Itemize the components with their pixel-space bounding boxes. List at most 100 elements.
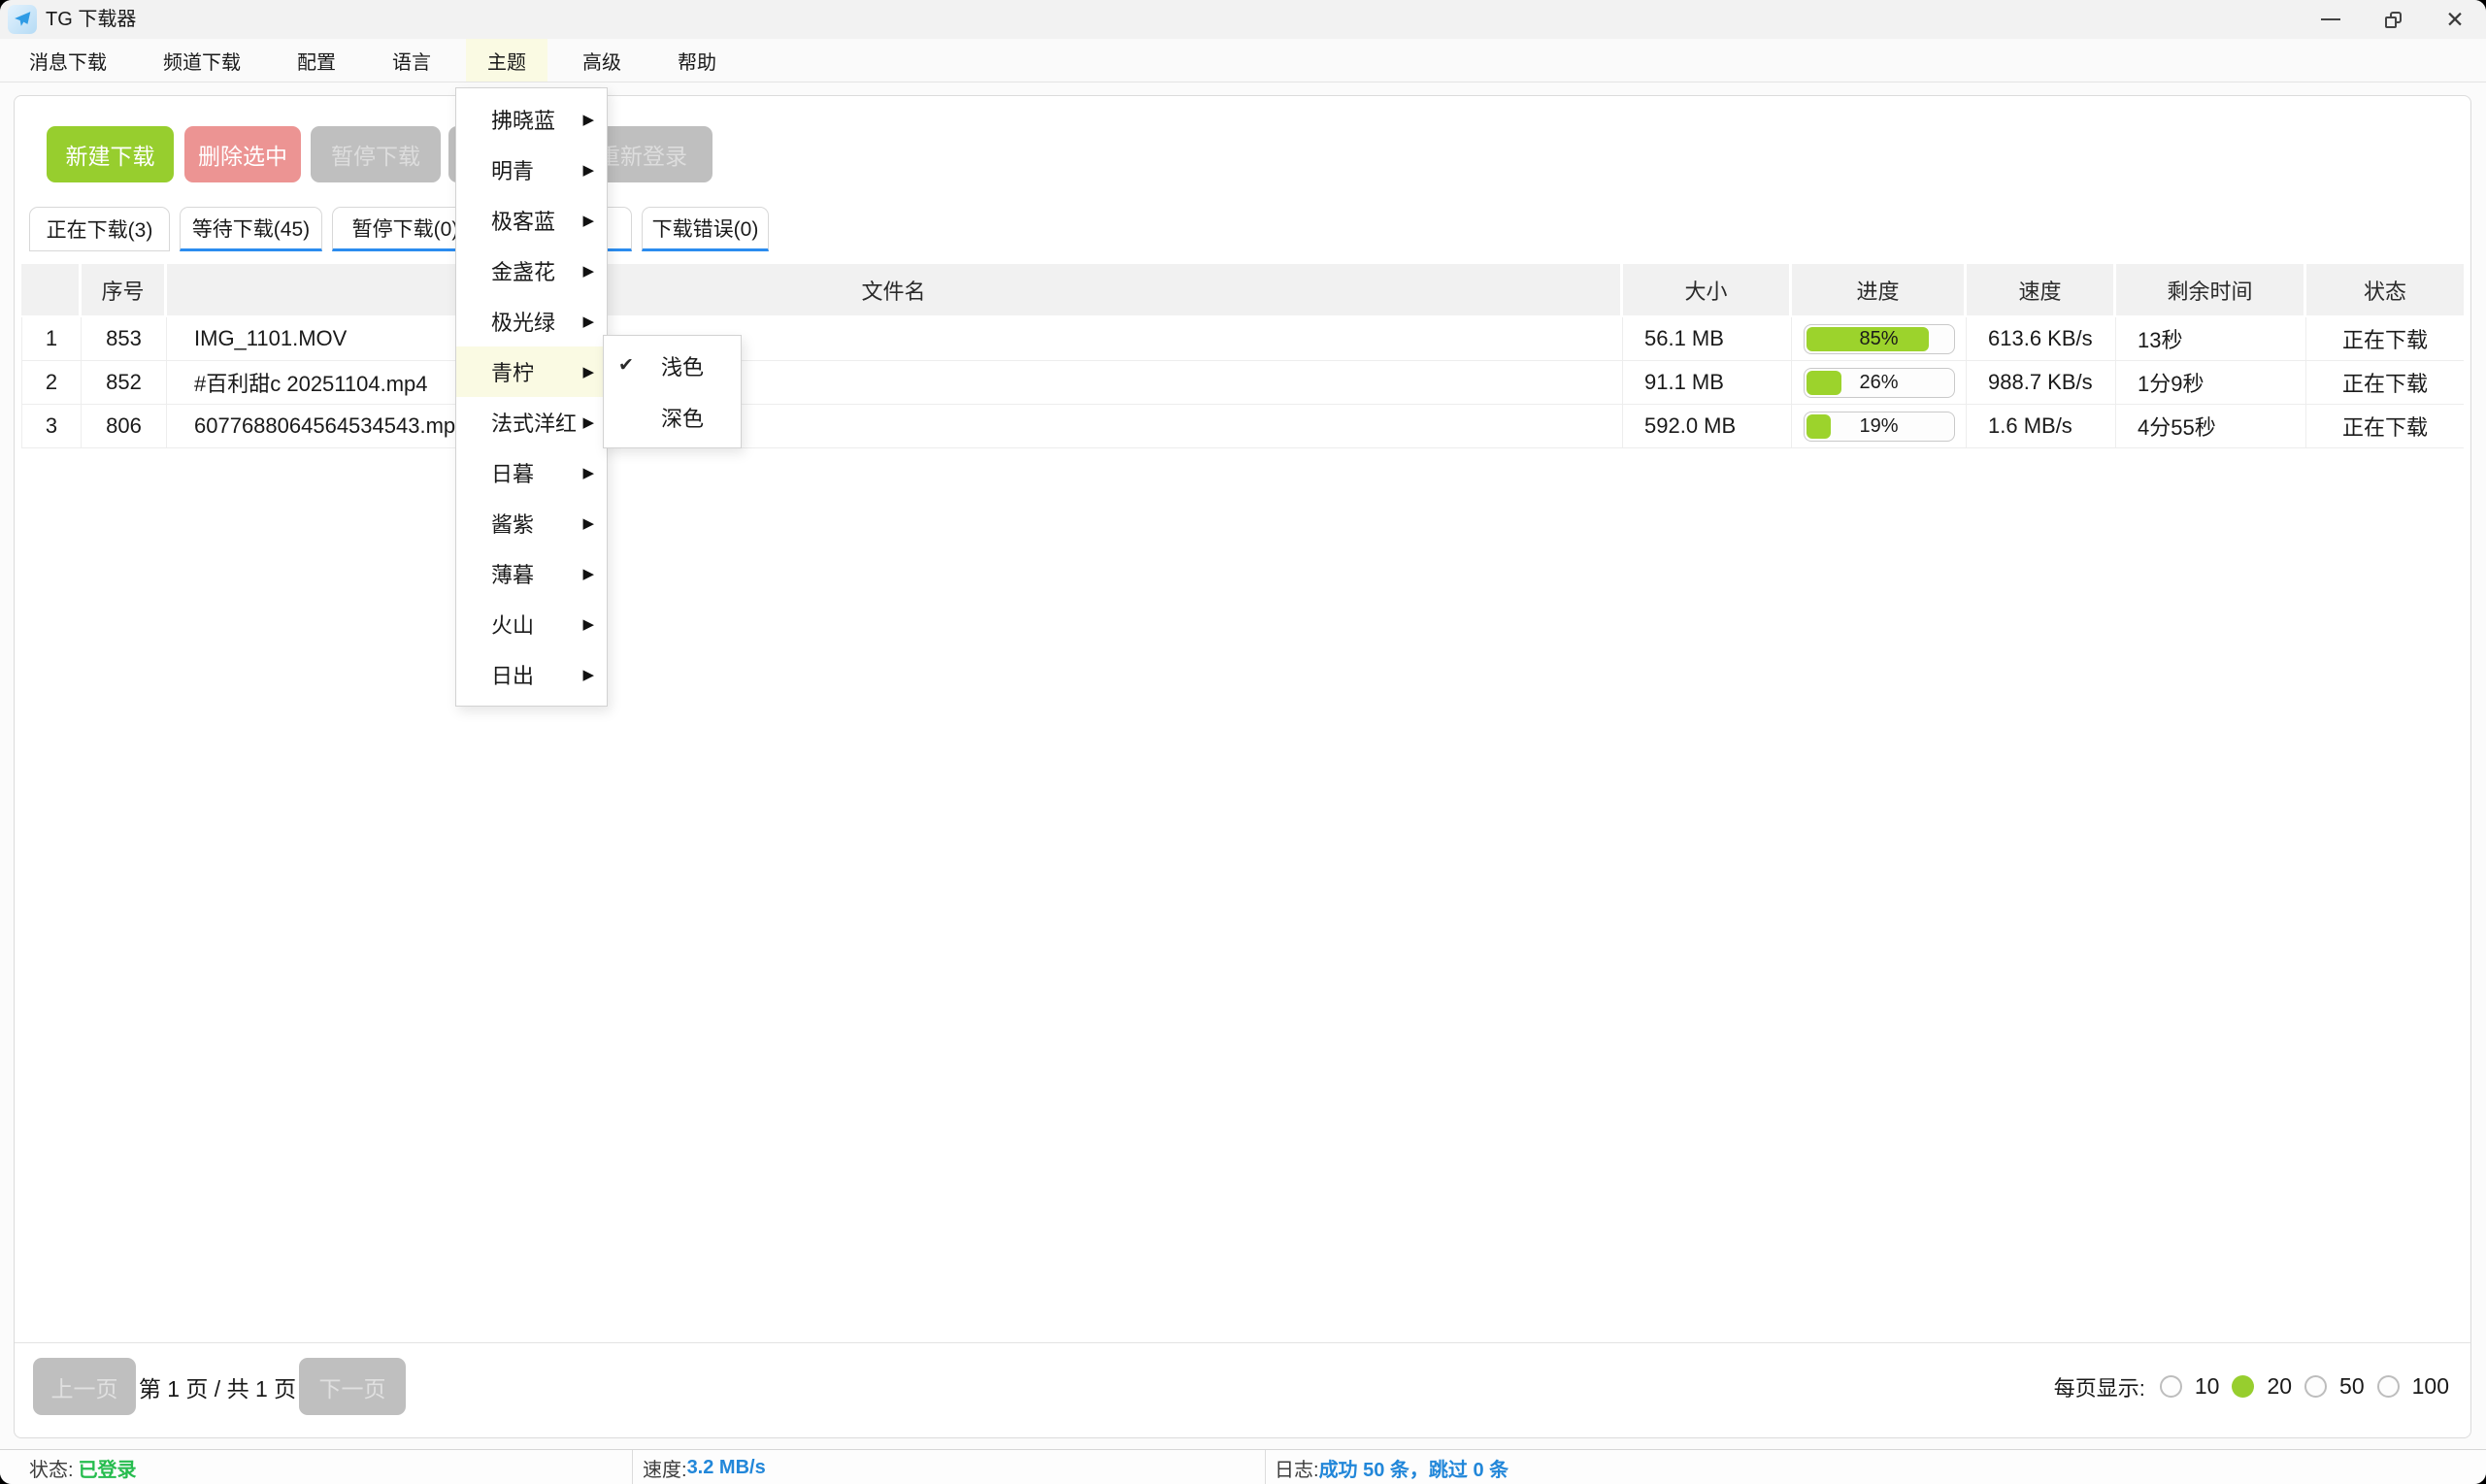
progress-label: 19% bbox=[1805, 412, 1954, 441]
tab-downloading[interactable]: 正在下载(3) bbox=[29, 207, 170, 251]
delete-selected-button[interactable]: 删除选中 bbox=[184, 126, 301, 182]
theme-color-submenu: ✔ 浅色 深色 bbox=[603, 335, 742, 448]
table-row[interactable]: 3 806 6077688064564534543.mp4 592.0 MB 1… bbox=[21, 405, 2464, 448]
theme-menu-item-cyan[interactable]: 明青▶ bbox=[456, 145, 607, 195]
log-section: 日志: 成功 50 条，跳过 0 条 bbox=[1275, 1450, 1508, 1484]
page-size-option-label[interactable]: 10 bbox=[2195, 1373, 2220, 1400]
page-size-radio-20[interactable] bbox=[2232, 1375, 2254, 1398]
theme-menu-item-daybreak-blue[interactable]: 拂晓蓝▶ bbox=[456, 94, 607, 145]
cell-status: 正在下载 bbox=[2306, 405, 2464, 447]
cell-size: 592.0 MB bbox=[1623, 405, 1792, 447]
header-speed: 速度 bbox=[1967, 264, 2116, 315]
theme-menu-item-purple[interactable]: 酱紫▶ bbox=[456, 498, 607, 548]
cell-size: 56.1 MB bbox=[1623, 317, 1792, 360]
page-size-radio-100[interactable] bbox=[2377, 1375, 2400, 1398]
paper-plane-icon bbox=[13, 10, 32, 29]
next-page-button[interactable]: 下一页 bbox=[299, 1358, 406, 1415]
cell-seq: 852 bbox=[82, 361, 167, 404]
theme-menu-item-polar-green[interactable]: 极光绿▶ bbox=[456, 296, 607, 346]
download-table: 1 853 IMG_1101.MOV 56.1 MB 85% 613.6 KB/… bbox=[21, 317, 2464, 448]
cell-remaining: 4分55秒 bbox=[2116, 405, 2306, 447]
submenu-arrow-icon: ▶ bbox=[582, 111, 594, 128]
cell-status: 正在下载 bbox=[2306, 317, 2464, 360]
page-size-option-label[interactable]: 20 bbox=[2267, 1373, 2292, 1400]
page-size-control: 每页显示: 10 20 50 100 bbox=[2054, 1358, 2449, 1415]
page-size-label: 每页显示: bbox=[2054, 1371, 2145, 1402]
prev-page-button[interactable]: 上一页 bbox=[33, 1358, 136, 1415]
main-panel: 新建下载 删除选中 暂停下载 重新登录 正在下载(3) 等待下载(45) 暂停下… bbox=[14, 95, 2471, 1438]
menubar-item-theme[interactable]: 主题 bbox=[466, 39, 547, 82]
theme-menu-item-sunrise[interactable]: 日出▶ bbox=[456, 649, 607, 700]
window-title: TG 下载器 bbox=[46, 0, 136, 39]
menubar-item-config[interactable]: 配置 bbox=[276, 39, 357, 82]
theme-menu-item-volcano[interactable]: 火山▶ bbox=[456, 599, 607, 649]
cell-size: 91.1 MB bbox=[1623, 361, 1792, 404]
log-value: 成功 50 条，跳过 0 条 bbox=[1319, 1454, 1509, 1482]
titlebar: TG 下载器 ✕ bbox=[0, 0, 2486, 39]
pause-download-button[interactable]: 暂停下载 bbox=[311, 126, 441, 182]
cell-seq: 853 bbox=[82, 317, 167, 360]
progress-bar: 85% bbox=[1804, 324, 1955, 354]
page-size-option-label[interactable]: 100 bbox=[2412, 1373, 2449, 1400]
submenu-arrow-icon: ▶ bbox=[582, 212, 594, 229]
close-button[interactable]: ✕ bbox=[2424, 0, 2486, 39]
minimize-icon bbox=[2321, 18, 2340, 20]
submenu-arrow-icon: ▶ bbox=[582, 514, 594, 532]
speed-value: 3.2 MB/s bbox=[687, 1457, 766, 1479]
speed-section: 速度: 3.2 MB/s bbox=[643, 1450, 766, 1484]
submenu-item-dark[interactable]: 深色 bbox=[604, 391, 741, 443]
window-controls: ✕ bbox=[2300, 0, 2486, 39]
minimize-button[interactable] bbox=[2300, 0, 2362, 39]
submenu-item-light[interactable]: ✔ 浅色 bbox=[604, 340, 741, 391]
new-download-button[interactable]: 新建下载 bbox=[47, 126, 174, 182]
header-size: 大小 bbox=[1623, 264, 1792, 315]
cell-progress: 85% bbox=[1792, 317, 1967, 360]
menubar-item-channel-download[interactable]: 频道下载 bbox=[142, 39, 262, 82]
log-label: 日志: bbox=[1275, 1454, 1319, 1482]
header-filename: 文件名 bbox=[167, 264, 1623, 315]
theme-menu-item-sunset[interactable]: 日暮▶ bbox=[456, 447, 607, 498]
page-size-option-label[interactable]: 50 bbox=[2339, 1373, 2365, 1400]
table-row[interactable]: 2 852 #百利甜c 20251104.mp4 91.1 MB 26% 988… bbox=[21, 361, 2464, 405]
submenu-arrow-icon: ▶ bbox=[582, 262, 594, 280]
menubar-item-language[interactable]: 语言 bbox=[371, 39, 452, 82]
submenu-arrow-icon: ▶ bbox=[582, 615, 594, 633]
menubar: 消息下载 频道下载 配置 语言 主题 高级 帮助 bbox=[0, 39, 2486, 82]
theme-menu-item-lime[interactable]: 青柠▶ bbox=[456, 346, 607, 397]
page-size-radio-10[interactable] bbox=[2160, 1375, 2182, 1398]
cell-filename: #百利甜c 20251104.mp4 bbox=[167, 361, 1623, 404]
page-size-radio-50[interactable] bbox=[2304, 1375, 2327, 1398]
theme-menu-item-calendula-gold[interactable]: 金盏花▶ bbox=[456, 246, 607, 296]
cell-row-index: 2 bbox=[21, 361, 82, 404]
menubar-item-message-download[interactable]: 消息下载 bbox=[8, 39, 128, 82]
header-row-index bbox=[21, 264, 82, 315]
progress-label: 26% bbox=[1805, 369, 1954, 397]
page-info: 第 1 页 / 共 1 页 bbox=[144, 1358, 291, 1415]
status-value: 已登录 bbox=[79, 1454, 137, 1482]
header-progress: 进度 bbox=[1792, 264, 1967, 315]
cell-filename: IMG_1101.MOV bbox=[167, 317, 1623, 360]
theme-menu-item-dusk[interactable]: 薄暮▶ bbox=[456, 548, 607, 599]
table-bottom-divider bbox=[15, 1342, 2470, 1343]
cell-speed: 988.7 KB/s bbox=[1967, 361, 2116, 404]
cell-row-index: 3 bbox=[21, 405, 82, 447]
tab-download-error[interactable]: 下载错误(0) bbox=[642, 207, 769, 251]
theme-menu-item-geek-blue[interactable]: 极客蓝▶ bbox=[456, 195, 607, 246]
theme-menu-item-magenta[interactable]: 法式洋红▶ bbox=[456, 397, 607, 447]
cell-progress: 19% bbox=[1792, 405, 1967, 447]
menubar-item-help[interactable]: 帮助 bbox=[656, 39, 738, 82]
header-seq: 序号 bbox=[82, 264, 167, 315]
cell-progress: 26% bbox=[1792, 361, 1967, 404]
telegram-app-icon bbox=[8, 5, 37, 34]
submenu-arrow-icon: ▶ bbox=[582, 666, 594, 683]
tab-waiting[interactable]: 等待下载(45) bbox=[180, 207, 322, 251]
cell-seq: 806 bbox=[82, 405, 167, 447]
progress-label: 85% bbox=[1805, 325, 1954, 353]
theme-dropdown-menu: 拂晓蓝▶ 明青▶ 极客蓝▶ 金盏花▶ 极光绿▶ 青柠▶ 法式洋红▶ 日暮▶ 酱紫… bbox=[455, 87, 608, 707]
table-row[interactable]: 1 853 IMG_1101.MOV 56.1 MB 85% 613.6 KB/… bbox=[21, 317, 2464, 361]
cell-status: 正在下载 bbox=[2306, 361, 2464, 404]
restore-button[interactable] bbox=[2362, 0, 2424, 39]
submenu-arrow-icon: ▶ bbox=[582, 161, 594, 179]
menubar-item-advanced[interactable]: 高级 bbox=[561, 39, 643, 82]
statusbar: 状态: 已登录 速度: 3.2 MB/s 日志: 成功 50 条，跳过 0 条 bbox=[0, 1449, 2486, 1484]
